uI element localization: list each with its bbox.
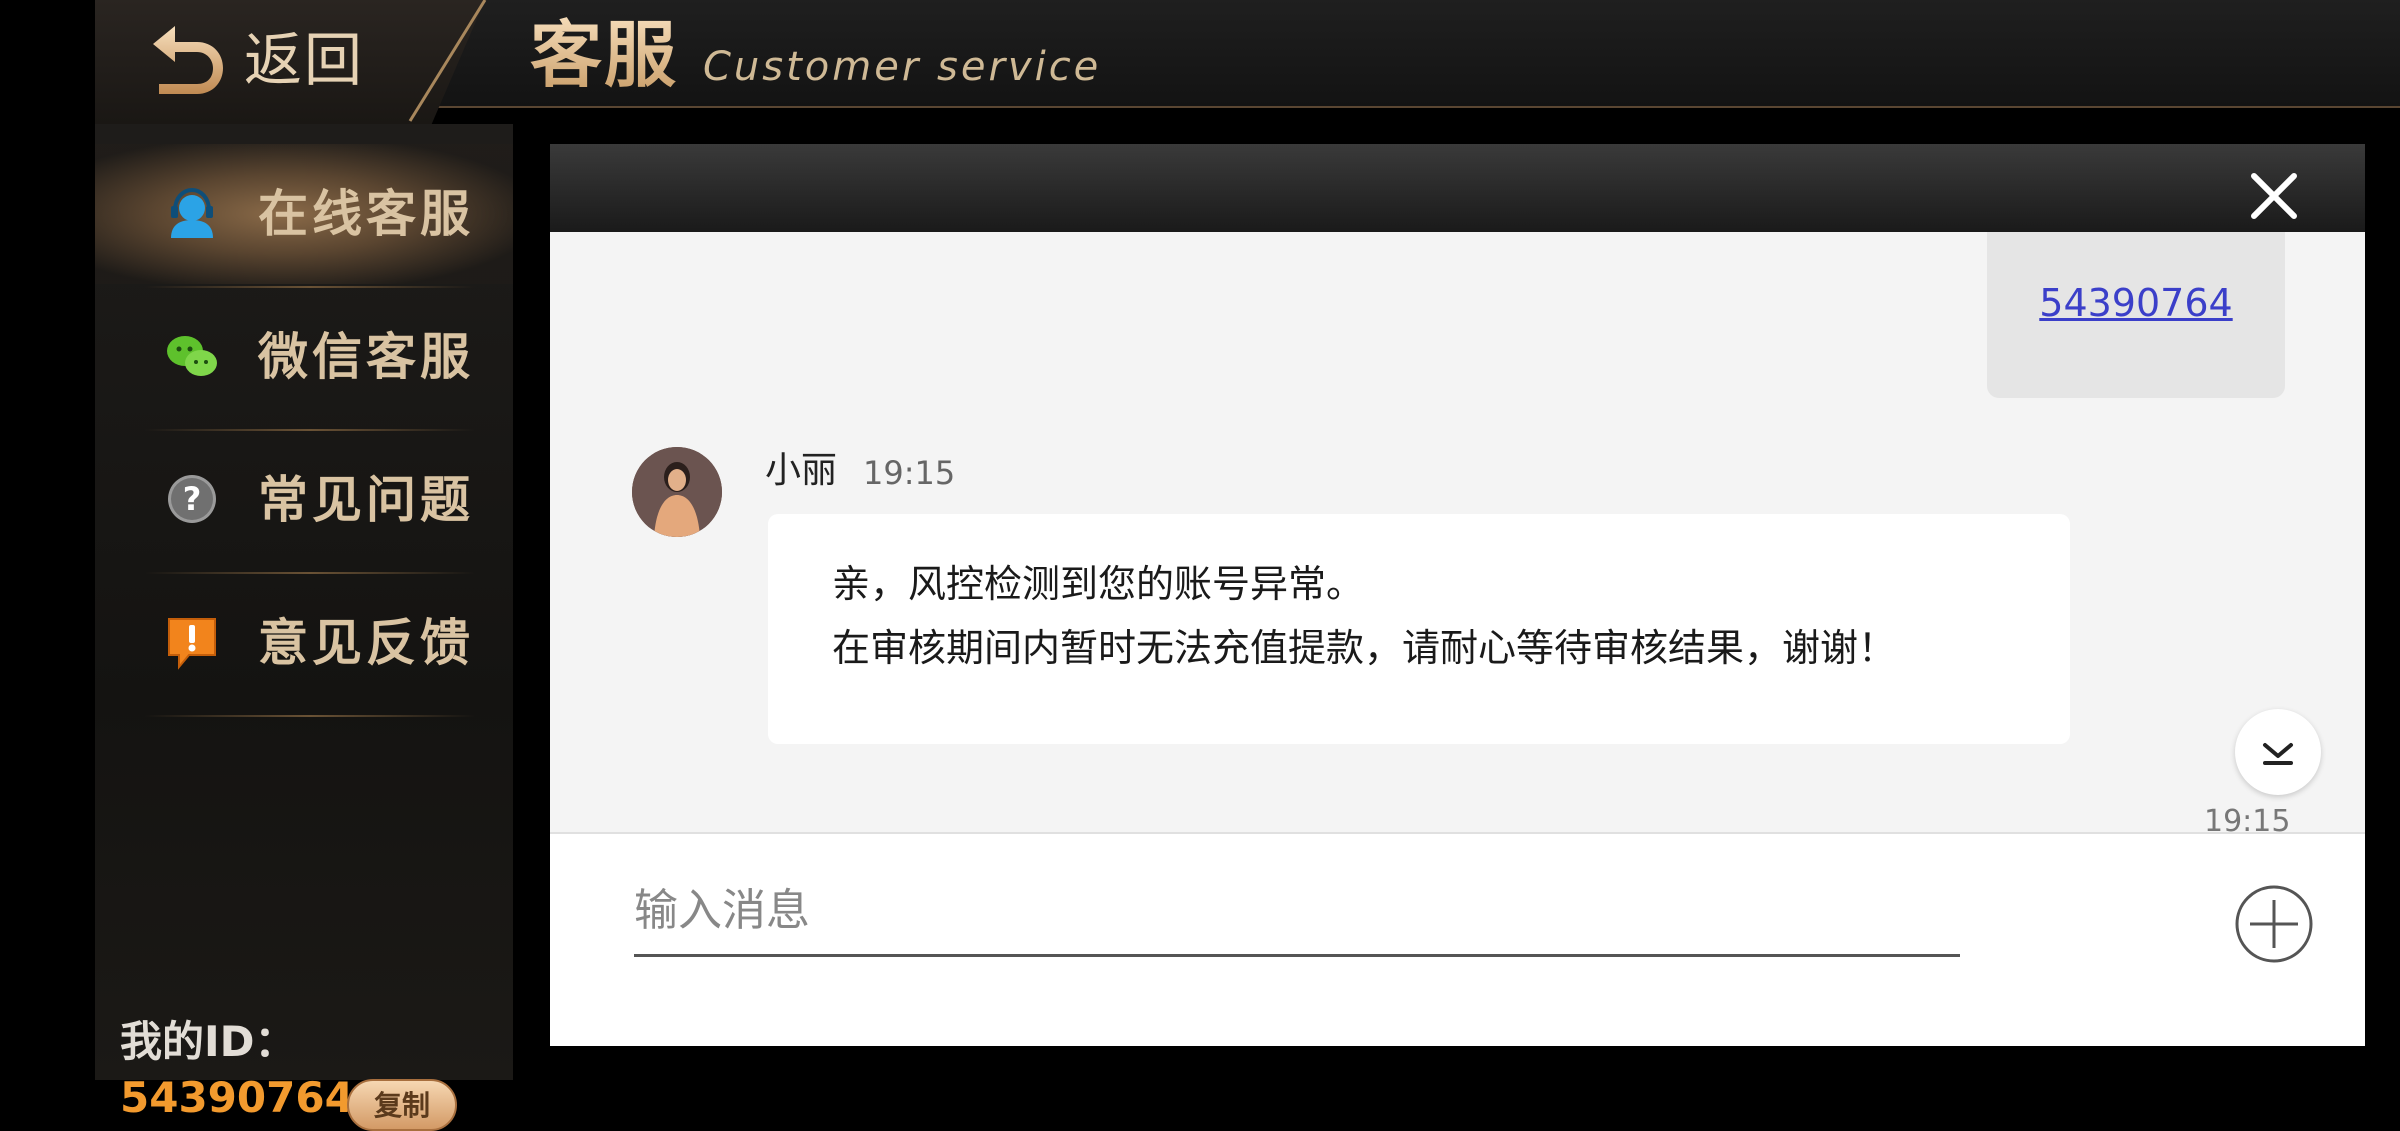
sidebar-item-label: 在线客服	[258, 185, 474, 243]
svg-text:?: ?	[183, 480, 202, 518]
scroll-to-bottom-button[interactable]	[2235, 709, 2321, 795]
page-subtitle: Customer service	[703, 44, 1102, 90]
sidebar-item-wechat-service[interactable]: 微信客服	[95, 287, 513, 427]
sidebar-item-online-service[interactable]: 在线客服	[95, 144, 513, 284]
copy-button[interactable]: 复制	[347, 1079, 457, 1131]
my-id-value: 54390764	[120, 1073, 354, 1122]
headset-icon	[171, 187, 213, 238]
feedback-icon	[168, 618, 216, 670]
back-arrow-icon[interactable]	[145, 18, 227, 98]
chevron-down-icon	[2263, 743, 2293, 765]
agent-name: 小丽	[765, 450, 838, 491]
divider	[145, 715, 475, 717]
sidebar: 在线客服 微信客服 ? 常见问题 意见反馈 我的ID：54390764 复制	[95, 124, 513, 1131]
sidebar-item-label: 意见反馈	[258, 614, 474, 672]
wechat-icon	[167, 336, 217, 376]
close-icon[interactable]	[2248, 170, 2300, 222]
my-id-label: 我的ID：	[120, 1017, 297, 1066]
page-title: 客服	[530, 13, 679, 97]
agent-timestamp: 19:15	[863, 454, 956, 492]
user-message-link[interactable]: 54390764	[1987, 278, 2285, 328]
user-message-bubble: 54390764	[1987, 232, 2285, 398]
sidebar-item-label: 微信客服	[258, 328, 474, 386]
avatar-image	[632, 447, 722, 537]
message-input[interactable]	[634, 874, 1960, 957]
sidebar-item-label: 常见问题	[258, 471, 474, 529]
chat-header	[550, 144, 2365, 232]
sidebar-item-faq[interactable]: ? 常见问题	[95, 430, 513, 570]
agent-message-bubble: 亲，风控检测到您的账号异常。 在审核期间内暂时无法充值提款，请耐心等待审核结果，…	[768, 514, 2070, 744]
agent-message-line: 在审核期间内暂时无法充值提款，请耐心等待审核结果，谢谢！	[832, 626, 1897, 670]
back-label[interactable]: 返回	[244, 26, 364, 94]
message-composer	[550, 832, 2365, 1046]
back-tab-edge	[408, 0, 487, 122]
sidebar-item-feedback[interactable]: 意见反馈	[95, 573, 513, 713]
avatar[interactable]	[632, 447, 722, 537]
question-icon: ?	[168, 475, 216, 523]
agent-message-line: 亲，风控检测到您的账号异常。	[832, 562, 1365, 606]
chat-panel: 54390764 小丽 19:15 亲，风控检测到您的账号异常。 在审核期间内暂…	[550, 144, 2365, 1046]
add-icon[interactable]	[2234, 884, 2314, 964]
